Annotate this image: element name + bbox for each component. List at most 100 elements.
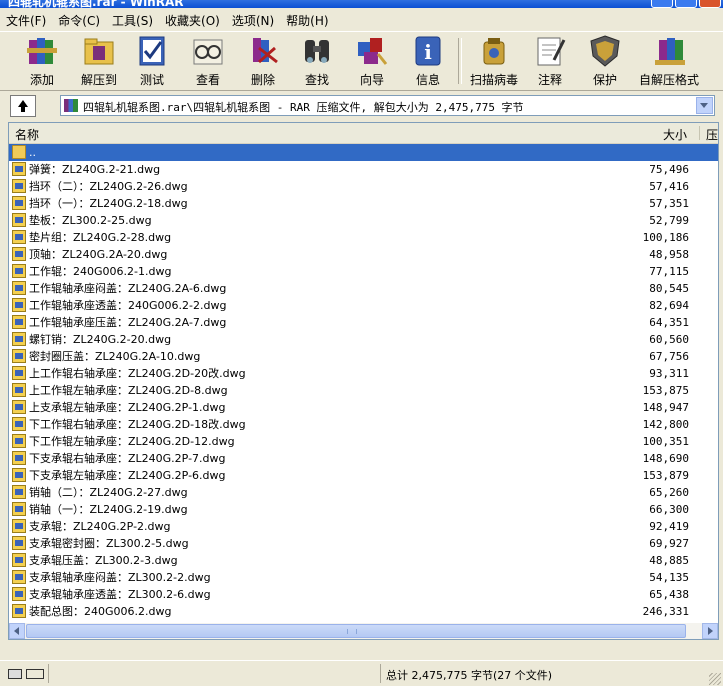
file-size: 48,958 — [649, 248, 689, 261]
table-row[interactable]: 上支承辊左轴承座：ZL240G.2P-1.dwg 148,947 — [9, 399, 718, 416]
file-name: 下工作辊左轴承座：ZL240G.2D-12.dwg — [29, 435, 235, 448]
file-name: 工作辊：240G006.2-1.dwg — [29, 265, 172, 278]
menu-commands[interactable]: 命令(C) — [52, 12, 106, 29]
key-icon[interactable] — [26, 669, 44, 679]
scroll-thumb[interactable] — [26, 624, 686, 638]
dwg-file-icon — [12, 502, 26, 516]
file-size: 100,351 — [642, 435, 689, 448]
file-size: 246,331 — [642, 605, 689, 618]
dwg-file-icon — [12, 553, 26, 567]
view-button[interactable]: 查看 — [186, 34, 230, 88]
table-row[interactable]: 支承辊轴承座闷盖：ZL300.2-2.dwg 54,135 — [9, 569, 718, 586]
file-name: 上工作辊右轴承座：ZL240G.2D-20改.dwg — [29, 367, 246, 380]
table-row[interactable]: 挡环（一）：ZL240G.2-18.dwg 57,351 — [9, 195, 718, 212]
find-button[interactable]: 查找 — [296, 34, 338, 88]
delete-button[interactable]: 删除 — [242, 34, 284, 88]
table-row[interactable]: 支承辊密封圈：ZL300.2-5.dwg 69,927 — [9, 535, 718, 552]
table-row[interactable]: 下工作辊左轴承座：ZL240G.2D-12.dwg 100,351 — [9, 433, 718, 450]
column-header-size[interactable]: 大小 — [663, 126, 687, 143]
table-row[interactable]: 支承辊：ZL240G.2P-2.dwg 92,419 — [9, 518, 718, 535]
column-header-name[interactable]: 名称 — [15, 126, 39, 143]
up-folder-button[interactable] — [10, 95, 36, 117]
table-row[interactable]: 挡环（二）：ZL240G.2-26.dwg 57,416 — [9, 178, 718, 195]
table-row[interactable]: 上工作辊右轴承座：ZL240G.2D-20改.dwg 93,311 — [9, 365, 718, 382]
dwg-file-icon — [12, 213, 26, 227]
column-header-packed[interactable]: 压 — [706, 126, 718, 143]
test-button[interactable]: 测试 — [130, 34, 174, 88]
parent-folder-row[interactable]: .. — [9, 144, 718, 161]
file-size: 66,300 — [649, 503, 689, 516]
table-row[interactable]: 工作辊轴承座压盖：ZL240G.2A-7.dwg 64,351 — [9, 314, 718, 331]
add-books-icon — [24, 34, 60, 68]
menu-help[interactable]: 帮助(H) — [280, 12, 334, 29]
table-row[interactable]: 支承辊轴承座透盖：ZL300.2-6.dwg 65,438 — [9, 586, 718, 603]
table-row[interactable]: 密封圈压盖：ZL240G.2A-10.dwg 67,756 — [9, 348, 718, 365]
svg-text:i: i — [424, 40, 432, 64]
table-row[interactable]: 弹簧：ZL240G.2-21.dwg 75,496 — [9, 161, 718, 178]
folder-icon — [12, 145, 26, 159]
table-row[interactable]: 工作辊轴承座透盖：240G006.2-2.dwg 82,694 — [9, 297, 718, 314]
address-dropdown-button[interactable] — [696, 97, 713, 114]
table-row[interactable]: 下支承辊右轴承座：ZL240G.2P-7.dwg 148,690 — [9, 450, 718, 467]
dwg-file-icon — [12, 230, 26, 244]
file-name: 弹簧：ZL240G.2-21.dwg — [29, 163, 161, 176]
address-combo[interactable]: 四辊轧机辊系图.rar\四辊轧机辊系图 - RAR 压缩文件, 解包大小为 2,… — [60, 95, 715, 116]
drive-icon[interactable] — [8, 669, 22, 679]
table-row[interactable]: 装配总图：240G006.2.dwg 246,331 — [9, 603, 718, 620]
file-name: 装配总图：240G006.2.dwg — [29, 605, 172, 618]
window-controls — [651, 0, 721, 8]
dwg-file-icon — [12, 400, 26, 414]
table-row[interactable]: 垫片组：ZL240G.2-28.dwg 100,186 — [9, 229, 718, 246]
table-row[interactable]: 上工作辊左轴承座：ZL240G.2D-8.dwg 153,875 — [9, 382, 718, 399]
add-button[interactable]: 添加 — [14, 34, 70, 88]
maximize-button[interactable] — [675, 0, 697, 8]
resize-grip[interactable] — [709, 673, 721, 685]
scroll-right-button[interactable] — [702, 623, 718, 639]
wizard-button[interactable]: 向导 — [350, 34, 394, 88]
protect-shield-icon — [587, 34, 623, 68]
toolbar: 添加 解压到 测试 查看 删除 查找 向导 i 信息 扫描病毒 注释 保护 自解… — [0, 31, 723, 91]
file-size: 93,311 — [649, 367, 689, 380]
file-name: 垫片组：ZL240G.2-28.dwg — [29, 231, 172, 244]
table-row[interactable]: 支承辊压盖：ZL300.2-3.dwg 48,885 — [9, 552, 718, 569]
minimize-button[interactable] — [651, 0, 673, 8]
menu-options[interactable]: 选项(N) — [226, 12, 280, 29]
protect-button[interactable]: 保护 — [586, 34, 624, 88]
file-name: 密封圈压盖：ZL240G.2A-10.dwg — [29, 350, 201, 363]
table-row[interactable]: 下支承辊左轴承座：ZL240G.2P-6.dwg 153,879 — [9, 467, 718, 484]
comment-button[interactable]: 注释 — [530, 34, 570, 88]
winrar-window: 四辊轧机辊系图.rar - WinRAR 文件(F) 命令(C) 工具(S) 收… — [0, 0, 723, 686]
file-size: 69,927 — [649, 537, 689, 550]
dwg-file-icon — [12, 383, 26, 397]
file-size: 153,879 — [642, 469, 689, 482]
close-button[interactable] — [699, 0, 721, 8]
scroll-left-button[interactable] — [9, 623, 25, 639]
table-row[interactable]: 顶轴：ZL240G.2A-20.dwg 48,958 — [9, 246, 718, 263]
dwg-file-icon — [12, 468, 26, 482]
file-size: 64,351 — [649, 316, 689, 329]
title-bar[interactable]: 四辊轧机辊系图.rar - WinRAR — [0, 0, 723, 8]
info-button[interactable]: i 信息 — [406, 34, 450, 88]
horizontal-scrollbar[interactable] — [9, 623, 718, 639]
dwg-file-icon — [12, 247, 26, 261]
column-divider[interactable] — [699, 126, 700, 140]
menu-file[interactable]: 文件(F) — [0, 12, 52, 29]
table-row[interactable]: 销轴（一）：ZL240G.2-19.dwg 66,300 — [9, 501, 718, 518]
table-row[interactable]: 螺钉销：ZL240G.2-20.dwg 60,560 — [9, 331, 718, 348]
file-list: 名称 大小 压 .. 弹簧：ZL240G.2-21.dwg 75,496 挡环（二）：… — [8, 122, 719, 640]
scan-virus-button[interactable]: 扫描病毒 — [466, 34, 522, 88]
table-row[interactable]: 工作辊轴承座闷盖：ZL240G.2A-6.dwg 80,545 — [9, 280, 718, 297]
extract-to-button[interactable]: 解压到 — [74, 34, 124, 88]
table-row[interactable]: 垫板：ZL300.2-25.dwg 52,799 — [9, 212, 718, 229]
menu-favorites[interactable]: 收藏夹(O) — [159, 12, 226, 29]
file-size: 54,135 — [649, 571, 689, 584]
table-row[interactable]: 销轴（二）：ZL240G.2-27.dwg 65,260 — [9, 484, 718, 501]
table-row[interactable]: 工作辊：240G006.2-1.dwg 77,115 — [9, 263, 718, 280]
extract-folder-icon — [81, 34, 117, 68]
comment-icon — [532, 34, 568, 68]
sfx-button[interactable]: 自解压格式 — [636, 34, 702, 88]
menu-tools[interactable]: 工具(S) — [106, 12, 159, 29]
table-row[interactable]: 下工作辊右轴承座：ZL240G.2D-18改.dwg 142,800 — [9, 416, 718, 433]
file-name: 支承辊密封圈：ZL300.2-5.dwg — [29, 537, 189, 550]
file-name: 支承辊压盖：ZL300.2-3.dwg — [29, 554, 178, 567]
